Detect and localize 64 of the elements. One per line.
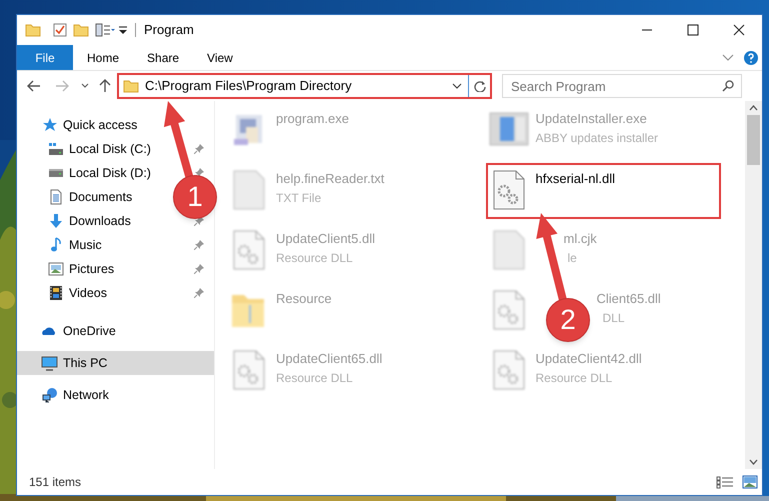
file-type: Resource DLL — [276, 370, 353, 386]
close-icon[interactable] — [732, 24, 746, 36]
status-text: 151 items — [29, 474, 82, 491]
sidebar-item[interactable]: Quick access — [17, 116, 138, 134]
file-name[interactable]: hfxserial-nl.dll — [536, 169, 615, 188]
music-note-icon — [48, 237, 62, 253]
file-type: le — [568, 250, 577, 266]
sidebar-item[interactable]: Pictures — [17, 260, 114, 278]
sidebar-item[interactable]: Local Disk (C:) — [17, 140, 151, 158]
pin-icon[interactable] — [194, 288, 204, 298]
document-icon — [48, 189, 64, 205]
dropdown-icon[interactable] — [452, 83, 462, 89]
refresh-icon[interactable] — [474, 80, 486, 92]
film-icon — [48, 285, 64, 301]
network-icon — [42, 387, 58, 403]
scroll-up-icon[interactable] — [749, 105, 758, 111]
scroll-down-icon[interactable] — [749, 459, 758, 465]
ribbon-tab[interactable]: Home — [73, 45, 134, 70]
ribbon-tab[interactable]: File — [17, 45, 73, 70]
down-arrow-icon — [48, 213, 64, 229]
checkmark-icon[interactable] — [53, 23, 67, 37]
dropdown-icon[interactable] — [119, 25, 127, 35]
search-field[interactable]: Search Program — [502, 74, 742, 98]
maximize-icon[interactable] — [686, 24, 700, 36]
file-type: DLL — [602, 310, 625, 326]
sidebar-item[interactable]: Videos — [17, 284, 107, 302]
drive-icon — [48, 169, 64, 177]
sidebar-item[interactable]: Downloads — [17, 212, 131, 230]
details-view-icon[interactable] — [716, 475, 734, 489]
scrollbar[interactable] — [745, 101, 762, 469]
ribbon-tab[interactable]: Share — [133, 45, 194, 70]
sidebar-item[interactable]: Local Disk (D:) — [17, 164, 151, 182]
cloud-icon — [42, 326, 58, 336]
sidebar-item[interactable]: Music — [17, 236, 102, 254]
file-type: ABBY updates installer — [536, 130, 658, 146]
pin-icon[interactable] — [194, 144, 204, 154]
sidebar-item[interactable]: OneDrive — [17, 322, 116, 340]
star-icon — [42, 117, 58, 133]
help-icon[interactable] — [744, 50, 758, 64]
search-icon[interactable] — [722, 80, 734, 92]
file-type: Resource DLL — [536, 370, 612, 386]
scroll-thumb[interactable] — [747, 115, 760, 165]
monitor-icon — [41, 355, 58, 371]
recent-locations-icon[interactable] — [81, 83, 89, 89]
large-icons-view-icon[interactable] — [742, 475, 758, 489]
properties-icon[interactable] — [95, 23, 115, 37]
pin-icon[interactable] — [194, 264, 204, 274]
up-icon[interactable] — [99, 79, 111, 93]
file-type: TXT File — [276, 190, 322, 206]
ribbon-tab[interactable]: View — [193, 45, 247, 70]
address-path: C:\Program Files\Program Directory — [145, 77, 353, 96]
window-title: Program — [144, 21, 195, 40]
sidebar-item[interactable]: Documents — [17, 188, 132, 206]
file-type: Resource DLL — [276, 250, 353, 266]
folder-icon — [123, 79, 139, 93]
drive-icon — [48, 143, 64, 155]
pin-icon[interactable] — [194, 240, 204, 250]
sidebar-item[interactable]: Network — [17, 386, 109, 404]
picture-icon — [48, 262, 64, 276]
sidebar-item[interactable]: This PC — [17, 351, 214, 375]
file-item[interactable]: hfxserial-nl.dll — [486, 163, 721, 219]
expand-ribbon-icon[interactable] — [722, 54, 734, 62]
address-bar[interactable]: C:\Program Files\Program Directory — [117, 73, 492, 99]
back-icon[interactable] — [27, 80, 41, 92]
